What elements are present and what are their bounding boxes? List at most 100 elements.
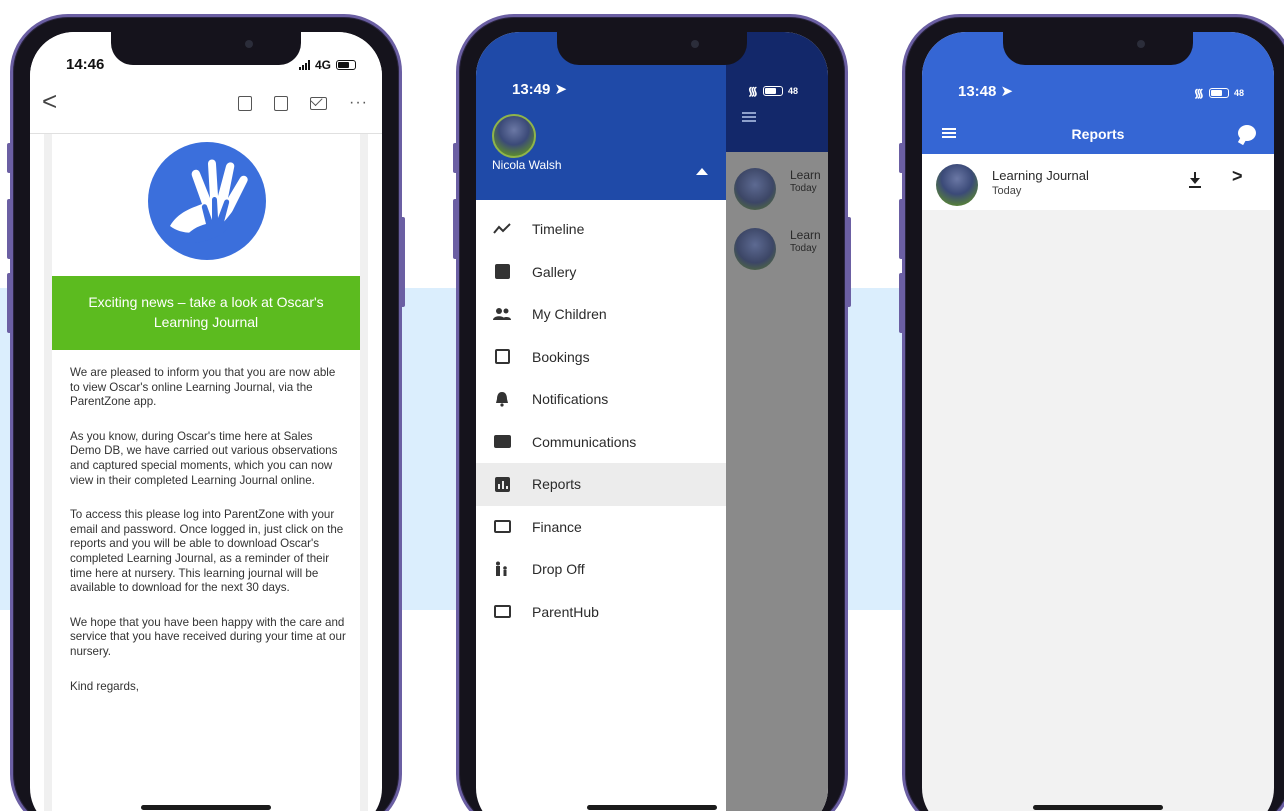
menu-item-my-children[interactable]: My Children <box>476 293 726 336</box>
battery-icon <box>1208 87 1229 98</box>
menu-item-gallery[interactable]: Gallery <box>476 251 726 294</box>
user-name: Nicola Walsh <box>492 158 562 172</box>
report-date: Today <box>992 185 1022 197</box>
status-indicators: 4G <box>298 58 356 72</box>
reports-icon <box>492 474 512 494</box>
reports-screen: 13:48 ➤ ᯾ 48 Reports Learning Journal To… <box>922 32 1274 811</box>
email-paragraph: We are pleased to inform you that you ar… <box>70 366 336 409</box>
email-banner: Exciting news – take a look at Oscar's L… <box>52 276 360 350</box>
menu-item-communications[interactable]: Communications <box>476 421 726 464</box>
child-avatar <box>734 168 776 210</box>
side-button <box>7 143 12 173</box>
page-title: Reports <box>1071 126 1125 142</box>
status-time: 14:46 <box>66 56 105 73</box>
mail-icon <box>492 432 512 452</box>
back-icon[interactable]: < <box>42 86 57 117</box>
parentzone-logo <box>148 142 266 260</box>
archive-icon[interactable] <box>238 95 253 111</box>
drawer-menu: Timeline Gallery My Children Bookings No… <box>476 208 726 633</box>
status-time-text: 13:48 <box>958 83 997 100</box>
children-icon <box>492 304 512 324</box>
hub-icon <box>492 602 512 622</box>
battery-icon <box>762 85 783 96</box>
menu-item-timeline[interactable]: Timeline <box>476 208 726 251</box>
menu-screen: Learn Today Learn Today 13:49 ➤ ᯾ 48 Nic… <box>476 32 828 811</box>
email-body: Exciting news – take a look at Oscar's L… <box>44 134 368 811</box>
status-indicators: ᯾ 48 <box>748 82 798 99</box>
camera <box>691 40 699 48</box>
gallery-icon <box>492 262 512 282</box>
child-avatar <box>734 228 776 270</box>
side-button <box>899 199 904 259</box>
status-time-text: 13:49 <box>512 81 551 98</box>
email-toolbar: < ··· <box>30 76 382 134</box>
home-indicator[interactable] <box>141 805 271 810</box>
dimmed-item-title: Learn <box>790 168 821 182</box>
menu-item-notifications[interactable]: Notifications <box>476 378 726 421</box>
email-paragraph: To access this please log into ParentZon… <box>70 508 344 595</box>
menu-item-label: ParentHub <box>532 603 599 620</box>
side-button <box>899 143 904 173</box>
phone-reports: 13:48 ➤ ᯾ 48 Reports Learning Journal To… <box>899 14 1284 811</box>
notch <box>1003 32 1193 65</box>
menu-item-parenthub[interactable]: ParentHub <box>476 591 726 634</box>
menu-item-bookings[interactable]: Bookings <box>476 336 726 379</box>
delete-icon[interactable] <box>274 95 289 111</box>
status-indicators: ᯾ 48 <box>1194 84 1244 101</box>
email-paragraph: We hope that you have been happy with th… <box>70 615 346 658</box>
chevron-right-icon[interactable]: > <box>1232 166 1243 187</box>
notch <box>557 32 747 65</box>
side-button <box>7 199 12 259</box>
download-icon[interactable] <box>1188 172 1202 188</box>
side-button <box>453 143 458 173</box>
menu-item-label: Reports <box>532 476 582 493</box>
menu-item-label: My Children <box>532 306 607 323</box>
menu-item-label: Bookings <box>532 348 590 365</box>
battery-level: 48 <box>1233 87 1244 98</box>
toolbar-actions: ··· <box>238 94 368 112</box>
menu-item-label: Drop Off <box>532 561 585 578</box>
notch <box>111 32 301 65</box>
wifi-icon: ᯾ <box>1193 86 1204 100</box>
camera <box>245 40 253 48</box>
account-toggle-icon[interactable] <box>696 168 708 175</box>
menu-item-label: Finance <box>532 518 582 535</box>
email-paragraph: Kind regards, <box>70 679 139 693</box>
side-button <box>846 217 851 307</box>
hamburger-icon <box>742 112 756 122</box>
battery-level: 48 <box>787 85 798 96</box>
chat-icon[interactable] <box>1238 125 1256 141</box>
more-icon[interactable]: ··· <box>349 94 368 112</box>
menu-item-label: Gallery <box>532 263 577 280</box>
hand-logo-icon <box>170 159 248 244</box>
camera <box>1137 40 1145 48</box>
report-title: Learning Journal <box>992 168 1089 183</box>
side-button <box>899 273 904 333</box>
menu-item-reports[interactable]: Reports <box>476 463 726 506</box>
menu-item-label: Communications <box>532 433 637 450</box>
bell-icon <box>492 389 512 409</box>
phone-email: 14:46 4G < ··· Exciting news – take a lo… <box>7 14 405 811</box>
email-screen: 14:46 4G < ··· Exciting news – take a lo… <box>30 32 382 811</box>
child-avatar <box>936 164 978 206</box>
card-icon <box>492 517 512 537</box>
phone-menu: Learn Today Learn Today 13:49 ➤ ᯾ 48 Nic… <box>453 14 851 811</box>
menu-item-drop-off[interactable]: Drop Off <box>476 548 726 591</box>
user-avatar[interactable] <box>492 114 536 158</box>
dimmed-item-title: Learn <box>790 228 821 242</box>
menu-item-label: Timeline <box>532 221 585 238</box>
home-indicator[interactable] <box>587 805 717 810</box>
timeline-icon <box>492 219 512 239</box>
menu-item-finance[interactable]: Finance <box>476 506 726 549</box>
report-item[interactable]: Learning Journal Today > <box>922 154 1274 210</box>
email-paragraph: As you know, during Oscar's time here at… <box>70 429 338 487</box>
wifi-icon: ᯾ <box>747 84 758 98</box>
mark-unread-icon[interactable] <box>310 96 328 110</box>
network-type: 4G <box>314 58 331 72</box>
dimmed-report-item: Learn Today <box>734 220 828 270</box>
menu-item-label: Notifications <box>532 391 609 408</box>
calendar-icon <box>492 347 512 367</box>
family-icon <box>492 559 512 579</box>
home-indicator[interactable] <box>1033 805 1163 810</box>
side-button <box>453 199 458 259</box>
